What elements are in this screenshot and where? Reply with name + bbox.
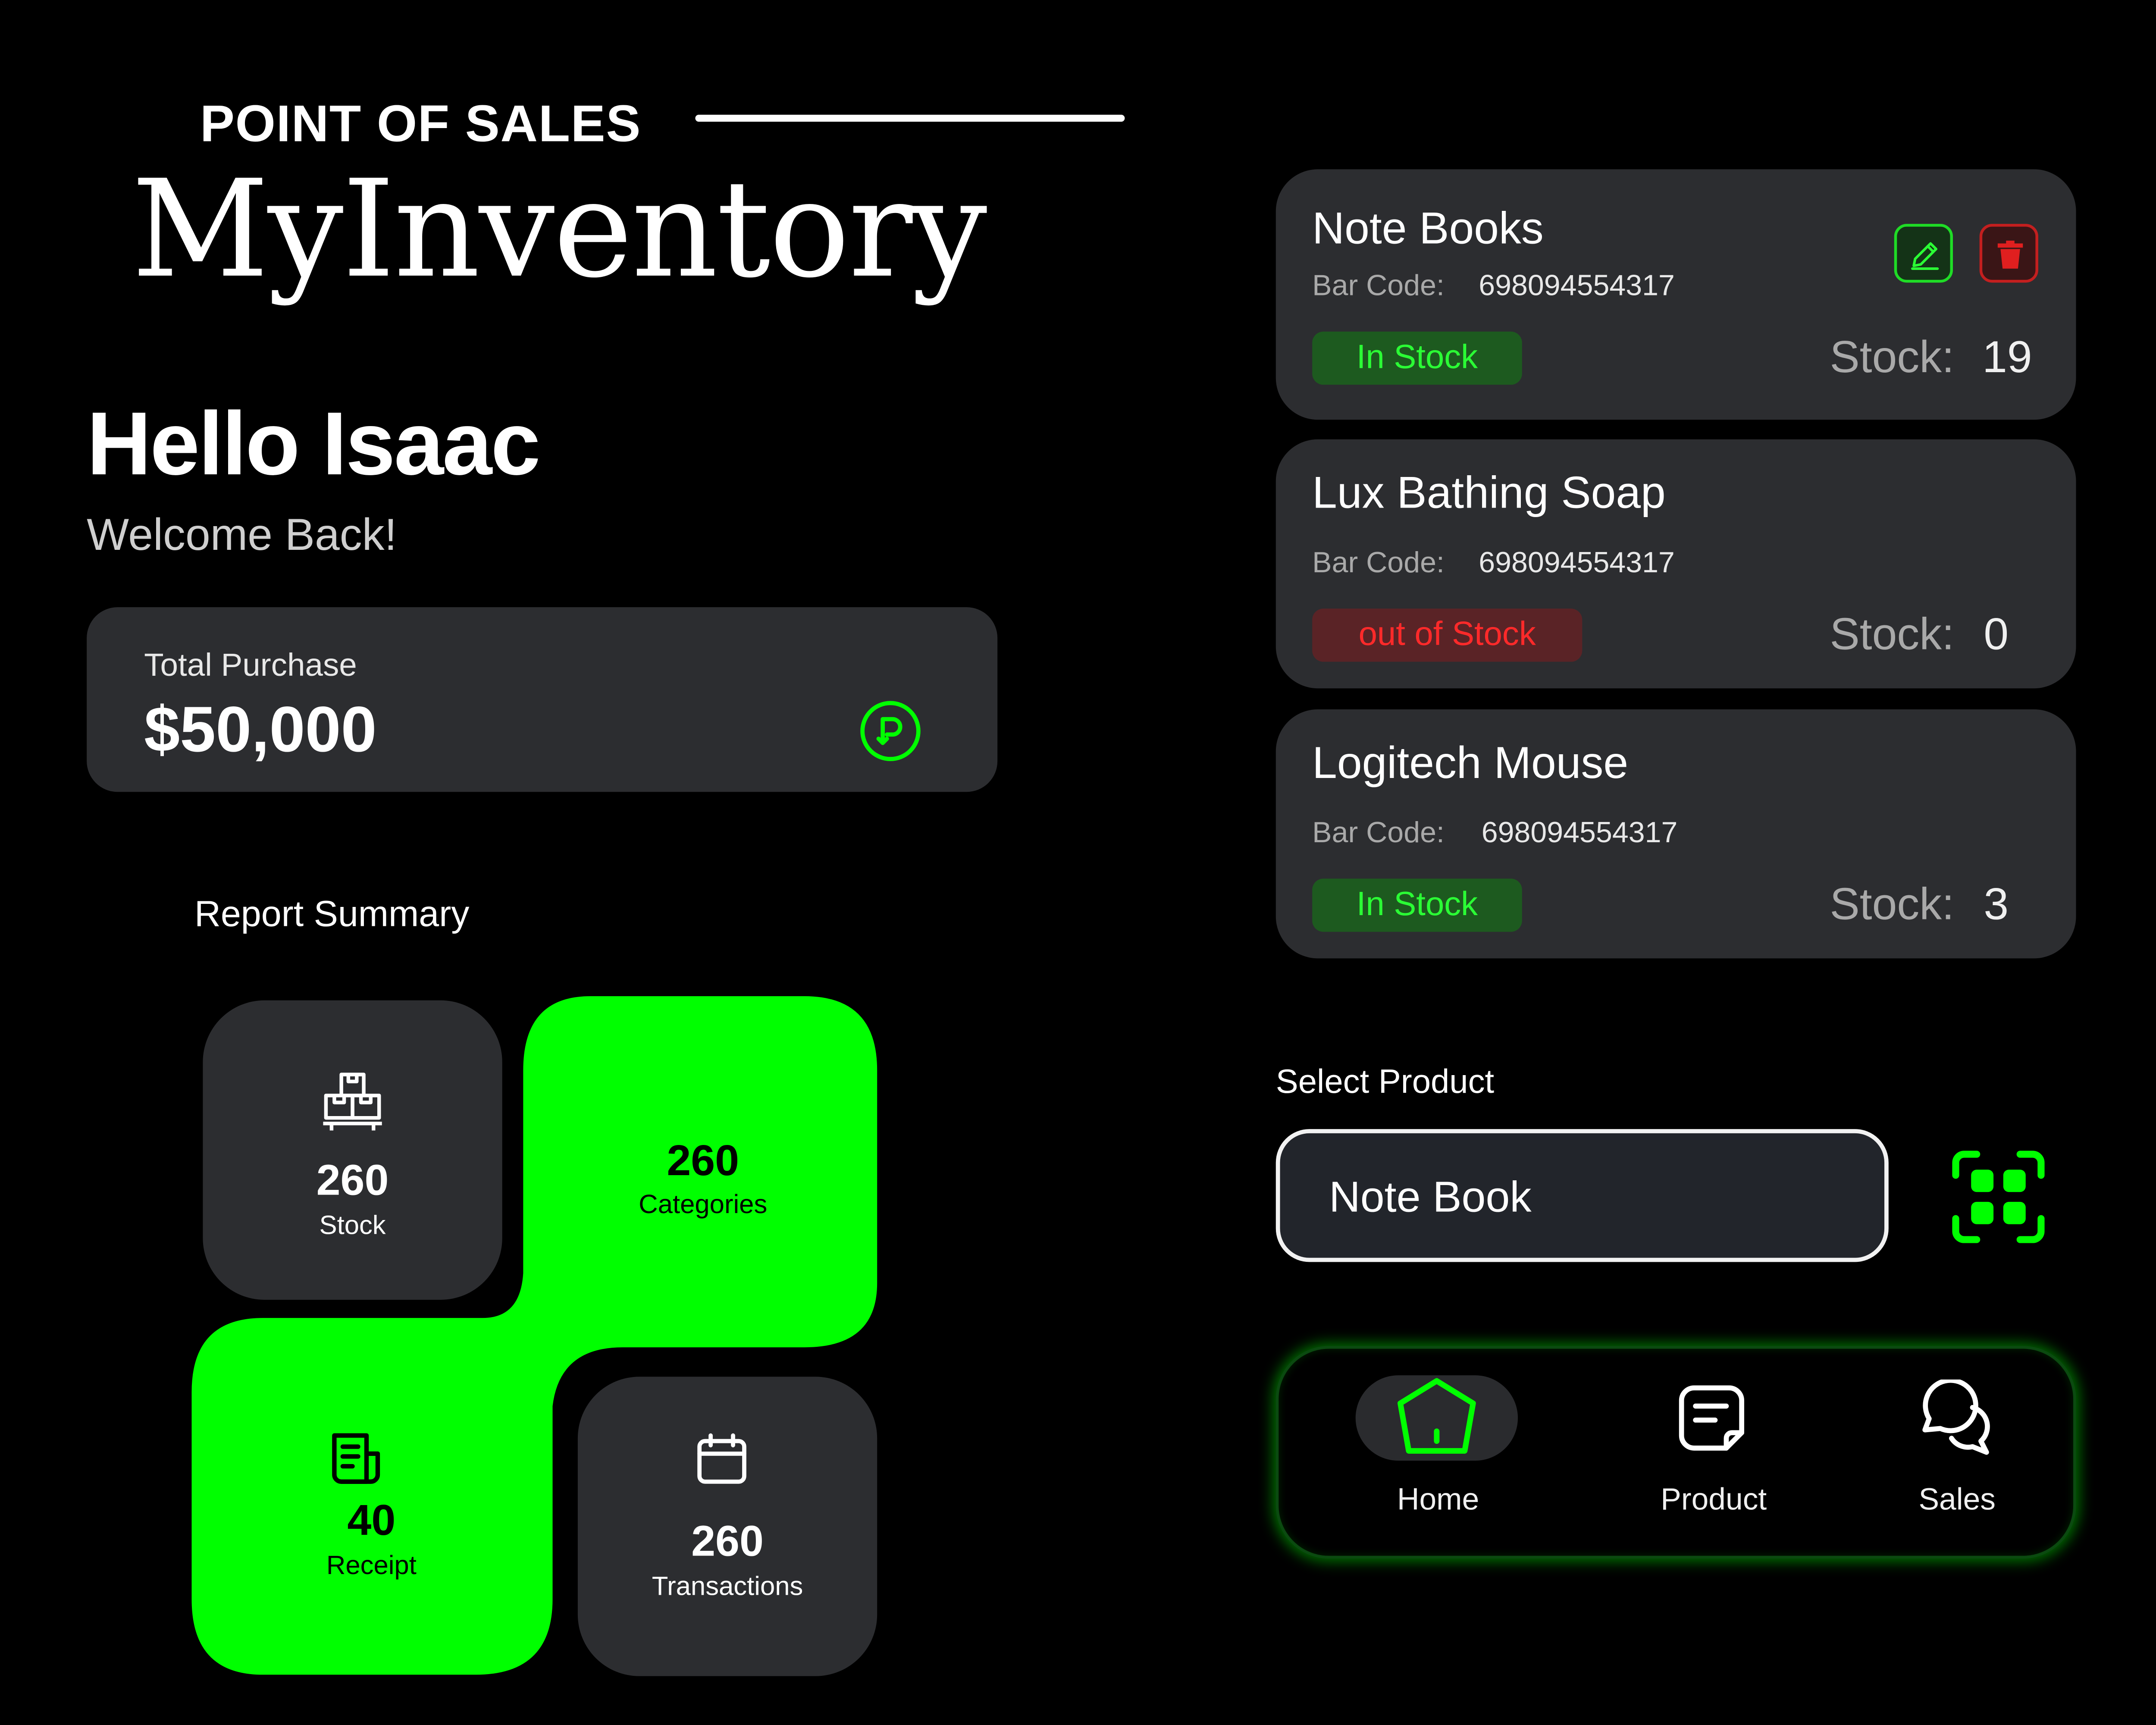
greeting-title: Hello Isaac xyxy=(87,393,540,494)
nav-item-sales[interactable]: Sales xyxy=(1845,1349,2069,1559)
product-name: Lux Bathing Soap xyxy=(1312,467,1666,518)
report-tile-label: Transactions xyxy=(652,1572,803,1602)
total-purchase-label: Total Purchase xyxy=(144,646,357,683)
stock-value: 19 xyxy=(1982,331,2032,382)
product-card[interactable]: Lux Bathing Soap Bar Code: 698094554317 … xyxy=(1275,439,2076,689)
status-badge: out of Stock xyxy=(1312,608,1583,662)
delete-button[interactable] xyxy=(1979,224,2038,283)
product-card[interactable]: Note Books Bar Code: 698094554317 In Sto… xyxy=(1275,169,2076,420)
chat-bubbles-icon xyxy=(1922,1379,1990,1455)
receipt-icon xyxy=(332,1433,380,1484)
barcode-value: 698094554317 xyxy=(1479,547,1675,580)
report-tile-label: Stock xyxy=(319,1211,386,1241)
bottom-nav: Home Product Sales xyxy=(1275,1346,2076,1559)
product-note-icon xyxy=(1679,1385,1744,1451)
report-tile-categories[interactable]: 260 Categories xyxy=(532,1007,874,1343)
stock-label: Stock: xyxy=(1830,608,1955,659)
barcode-value: 698094554317 xyxy=(1481,817,1678,850)
report-tile-transactions[interactable]: 260 Transactions xyxy=(577,1377,877,1676)
nav-item-product[interactable]: Product xyxy=(1602,1349,1826,1559)
product-name: Logitech Mouse xyxy=(1312,737,1629,788)
edit-button[interactable] xyxy=(1894,224,1953,283)
stock-value: 0 xyxy=(1984,608,2009,659)
pencil-icon xyxy=(1911,242,1939,270)
product-card[interactable]: Logitech Mouse Bar Code: 698094554317 In… xyxy=(1275,709,2076,959)
report-tile-stock[interactable]: 260 Stock xyxy=(203,1000,502,1300)
product-name: Note Books xyxy=(1312,203,1544,254)
stock-label: Stock: xyxy=(1830,878,1955,929)
app-logo: MyInventory xyxy=(131,151,987,308)
report-tile-receipt[interactable]: 40 Receipt xyxy=(193,1322,550,1672)
report-tile-value: 40 xyxy=(347,1496,396,1545)
barcode-label: Bar Code: xyxy=(1312,547,1445,580)
header-rule xyxy=(695,115,1125,122)
nav-label: Product xyxy=(1661,1481,1767,1517)
total-purchase-card[interactable]: Total Purchase $50,000 xyxy=(87,607,998,792)
payment-circle-icon[interactable] xyxy=(859,699,922,762)
report-tile-value: 260 xyxy=(691,1516,764,1566)
select-product-field[interactable]: Note Book xyxy=(1275,1129,1889,1262)
report-tile-value: 260 xyxy=(667,1136,740,1185)
scan-icon[interactable] xyxy=(1952,1150,2045,1244)
report-tile-label: Receipt xyxy=(326,1551,417,1581)
stock-value: 3 xyxy=(1984,878,2009,929)
calendar-icon xyxy=(697,1433,746,1484)
select-product-value: Note Book xyxy=(1329,1172,1532,1222)
report-tile-label: Categories xyxy=(639,1190,768,1220)
status-badge: In Stock xyxy=(1312,331,1522,385)
status-badge: In Stock xyxy=(1312,878,1522,932)
nav-item-home[interactable]: Home xyxy=(1326,1349,1550,1559)
total-purchase-value: $50,000 xyxy=(144,692,377,765)
report-tile-value: 260 xyxy=(316,1155,389,1205)
barcode-value: 698094554317 xyxy=(1479,270,1675,302)
select-product-label: Select Product xyxy=(1275,1063,1495,1101)
barcode-label: Bar Code: xyxy=(1312,270,1445,302)
stock-label: Stock: xyxy=(1830,331,1955,382)
home-icon xyxy=(1398,1378,1476,1454)
dashboard-screen: POINT OF SALES MyInventory Hello Isaac W… xyxy=(0,0,2156,1725)
nav-label: Home xyxy=(1397,1481,1479,1517)
greeting-subtitle: Welcome Back! xyxy=(87,509,397,560)
boxes-icon xyxy=(323,1073,382,1131)
nav-label: Sales xyxy=(1918,1481,1996,1517)
app-kicker: POINT OF SALES xyxy=(200,95,642,153)
trash-icon xyxy=(1997,241,2023,269)
report-summary-title: Report Summary xyxy=(194,892,470,935)
barcode-label: Bar Code: xyxy=(1312,817,1445,850)
